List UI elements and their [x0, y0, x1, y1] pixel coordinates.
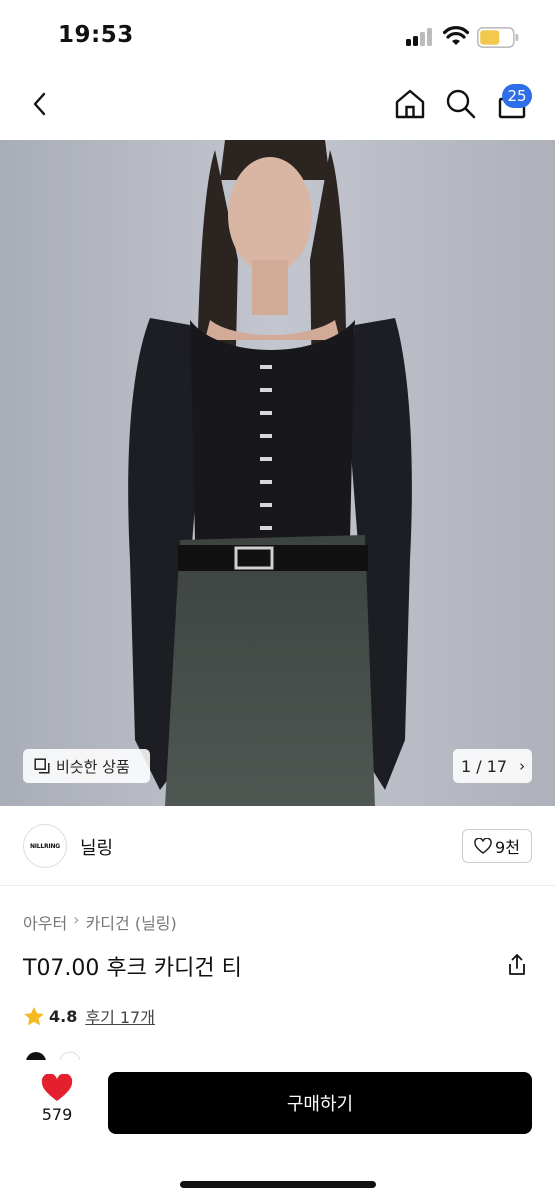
product-photo-illustration — [0, 140, 555, 806]
chevron-right-icon: › — [519, 757, 526, 775]
product-image[interactable] — [0, 140, 555, 806]
rating-score: 4.8 — [49, 1006, 78, 1026]
breadcrumb-item-category[interactable]: 아우터 — [23, 910, 67, 934]
battery-icon — [477, 27, 519, 48]
breadcrumb-item-subcategory[interactable]: 카디건 (닐링) — [86, 910, 177, 934]
wishlist-button[interactable]: 579 — [36, 1074, 78, 1130]
home-icon — [395, 89, 425, 119]
status-bar: 19:53 — [0, 0, 555, 70]
store-like-count: 9천 — [495, 838, 520, 857]
product-title: T07.00 후크 카디건 티 — [23, 956, 242, 981]
breadcrumb: 아우터 › 카디건 (닐링) — [23, 910, 177, 934]
store-logo[interactable]: NILLRING — [23, 824, 67, 868]
home-button[interactable] — [388, 82, 432, 126]
cellular-signal-icon — [406, 28, 434, 46]
wishlist-count: 579 — [41, 1105, 73, 1124]
heart-outline-icon — [474, 838, 492, 854]
chevron-right-icon: › — [73, 910, 80, 929]
search-button[interactable] — [439, 82, 483, 126]
section-divider — [0, 885, 555, 886]
back-button[interactable] — [18, 82, 62, 126]
store-name[interactable]: 닐링 — [80, 834, 113, 860]
top-nav-bar — [0, 70, 555, 140]
heart-filled-icon — [41, 1074, 73, 1101]
image-pager-button[interactable]: 1 / 17 › — [453, 749, 532, 783]
search-icon — [446, 89, 476, 119]
image-pager-text: 1 / 17 — [461, 756, 508, 776]
chevron-left-icon — [33, 92, 46, 116]
share-icon[interactable] — [505, 953, 529, 977]
similar-products-label: 비슷한 상품 — [56, 757, 130, 776]
store-like-button[interactable]: 9천 — [462, 829, 532, 863]
similar-products-button[interactable]: 비슷한 상품 — [23, 749, 150, 783]
store-logo-text: NILLRING — [29, 842, 61, 850]
home-indicator — [180, 1181, 376, 1188]
wifi-icon — [443, 26, 469, 45]
copy-icon — [34, 758, 50, 774]
cart-count-badge: 25 — [502, 84, 532, 108]
buy-button[interactable]: 구매하기 — [108, 1072, 532, 1134]
star-icon — [24, 1006, 44, 1025]
status-time: 19:53 — [58, 22, 134, 48]
reviews-link[interactable]: 후기 17개 — [85, 1004, 155, 1028]
product-rating: 4.8 후기 17개 — [23, 1004, 155, 1028]
